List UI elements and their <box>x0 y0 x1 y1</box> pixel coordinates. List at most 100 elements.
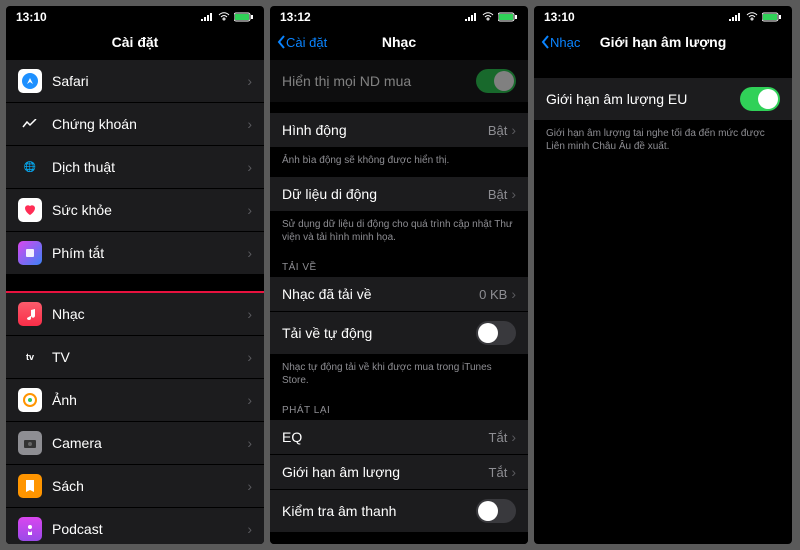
footer-text: Ảnh bìa động sẽ không được hiển thị. <box>270 148 528 177</box>
footer-text: Sử dụng dữ liệu di động cho quá trình cậ… <box>270 212 528 254</box>
battery-icon <box>498 12 518 22</box>
toggle[interactable] <box>476 321 516 345</box>
row-show-all[interactable]: Hiển thị mọi ND mua <box>270 60 528 103</box>
wifi-icon <box>481 12 495 22</box>
time: 13:10 <box>16 10 47 24</box>
shortcuts-icon <box>18 241 42 265</box>
camera-icon <box>18 431 42 455</box>
status-bar: 13:10 <box>534 6 792 24</box>
signal-icon <box>728 12 742 22</box>
row-health[interactable]: Sức khỏe› <box>6 189 264 232</box>
nav-bar: Cài đặt <box>6 24 264 60</box>
row-label: Nhạc đã tải về <box>282 286 479 302</box>
row-translate[interactable]: 🌐Dịch thuật› <box>6 146 264 189</box>
status-bar: 13:10 <box>6 6 264 24</box>
time: 13:12 <box>280 10 311 24</box>
row-stocks[interactable]: Chứng khoán› <box>6 103 264 146</box>
row-eu-limit[interactable]: Giới hạn âm lượng EU <box>534 78 792 121</box>
row-label: EQ <box>282 429 489 445</box>
row-label: Hình động <box>282 122 488 138</box>
status-icons <box>200 12 254 22</box>
row-label: Podcast <box>52 521 247 537</box>
row-autodownload[interactable]: Tải về tự động <box>270 312 528 355</box>
chevron-icon: › <box>511 464 516 480</box>
row-value: 0 KB <box>479 287 507 302</box>
settings-list: Safari› Chứng khoán› 🌐Dịch thuật› Sức kh… <box>6 60 264 544</box>
page-title: Nhạc <box>382 34 416 50</box>
toggle[interactable] <box>740 87 780 111</box>
back-label: Cài đặt <box>286 35 327 50</box>
row-shortcuts[interactable]: Phím tắt› <box>6 232 264 275</box>
highlight-box: Nhạc› <box>6 291 264 338</box>
chevron-icon: › <box>247 349 252 365</box>
row-camera[interactable]: Camera› <box>6 422 264 465</box>
phone-volume-limit: 13:10 Nhạc Giới hạn âm lượng Giới hạn âm… <box>534 6 792 544</box>
status-bar: 13:12 <box>270 6 528 24</box>
section-header: TẢI VỀ <box>270 254 528 277</box>
chevron-icon: › <box>247 73 252 89</box>
translate-icon: 🌐 <box>18 155 42 179</box>
row-eq[interactable]: EQTắt› <box>270 420 528 455</box>
battery-icon <box>234 12 254 22</box>
chevron-left-icon <box>540 34 550 50</box>
chevron-icon: › <box>247 306 252 322</box>
row-tv[interactable]: tvTV› <box>6 336 264 379</box>
podcast-icon <box>18 517 42 541</box>
books-icon <box>18 474 42 498</box>
wifi-icon <box>217 12 231 22</box>
photos-icon <box>18 388 42 412</box>
row-label: Sức khỏe <box>52 202 247 218</box>
back-button[interactable]: Nhạc <box>540 34 580 50</box>
back-button[interactable]: Cài đặt <box>276 34 327 50</box>
row-safari[interactable]: Safari› <box>6 60 264 103</box>
row-books[interactable]: Sách› <box>6 465 264 508</box>
tv-icon: tv <box>18 345 42 369</box>
stocks-icon <box>18 112 42 136</box>
battery-icon <box>762 12 782 22</box>
row-soundcheck[interactable]: Kiểm tra âm thanh <box>270 490 528 533</box>
nav-bar: Cài đặt Nhạc <box>270 24 528 60</box>
row-label: Dữ liệu di động <box>282 186 488 202</box>
row-photos[interactable]: Ảnh› <box>6 379 264 422</box>
row-label: Sách <box>52 478 247 494</box>
chevron-icon: › <box>247 245 252 261</box>
row-label: Safari <box>52 73 247 89</box>
row-label: Dịch thuật <box>52 159 247 175</box>
row-cellular[interactable]: Dữ liệu di độngBật› <box>270 177 528 212</box>
music-list: Hiển thị mọi ND mua Hình độngBật› Ảnh bì… <box>270 60 528 544</box>
nav-bar: Nhạc Giới hạn âm lượng <box>534 24 792 60</box>
row-podcast[interactable]: Podcast› <box>6 508 264 544</box>
volume-list: Giới hạn âm lượng EU Giới hạn âm lượng t… <box>534 60 792 163</box>
chevron-icon: › <box>511 286 516 302</box>
row-label: Hiển thị mọi ND mua <box>282 73 476 89</box>
row-label: Giới hạn âm lượng <box>282 464 489 480</box>
row-label: Camera <box>52 435 247 451</box>
back-label: Nhạc <box>550 35 580 50</box>
chevron-icon: › <box>511 122 516 138</box>
safari-icon <box>18 69 42 93</box>
chevron-icon: › <box>247 478 252 494</box>
status-icons <box>728 12 782 22</box>
row-label: Ảnh <box>52 392 247 408</box>
phone-settings: 13:10 Cài đặt Safari› Chứng khoán› 🌐Dịch… <box>6 6 264 544</box>
section-header: HOME SHARING <box>270 533 528 544</box>
chevron-icon: › <box>247 521 252 537</box>
toggle[interactable] <box>476 499 516 523</box>
page-title: Cài đặt <box>112 34 159 50</box>
row-label: Chứng khoán <box>52 116 247 132</box>
signal-icon <box>464 12 478 22</box>
toggle[interactable] <box>476 69 516 93</box>
row-music[interactable]: Nhạc› <box>6 293 264 336</box>
chevron-icon: › <box>511 186 516 202</box>
row-value: Bật <box>488 123 508 138</box>
chevron-icon: › <box>247 116 252 132</box>
chevron-left-icon <box>276 34 286 50</box>
row-animation[interactable]: Hình độngBật› <box>270 113 528 148</box>
chevron-icon: › <box>247 435 252 451</box>
row-downloaded[interactable]: Nhạc đã tải về0 KB › <box>270 277 528 312</box>
chevron-icon: › <box>247 202 252 218</box>
row-value: Tắt <box>489 465 508 480</box>
signal-icon <box>200 12 214 22</box>
highlight-box: Giới hạn âm lượngTắt› <box>270 453 528 492</box>
row-volume-limit[interactable]: Giới hạn âm lượngTắt› <box>270 455 528 490</box>
